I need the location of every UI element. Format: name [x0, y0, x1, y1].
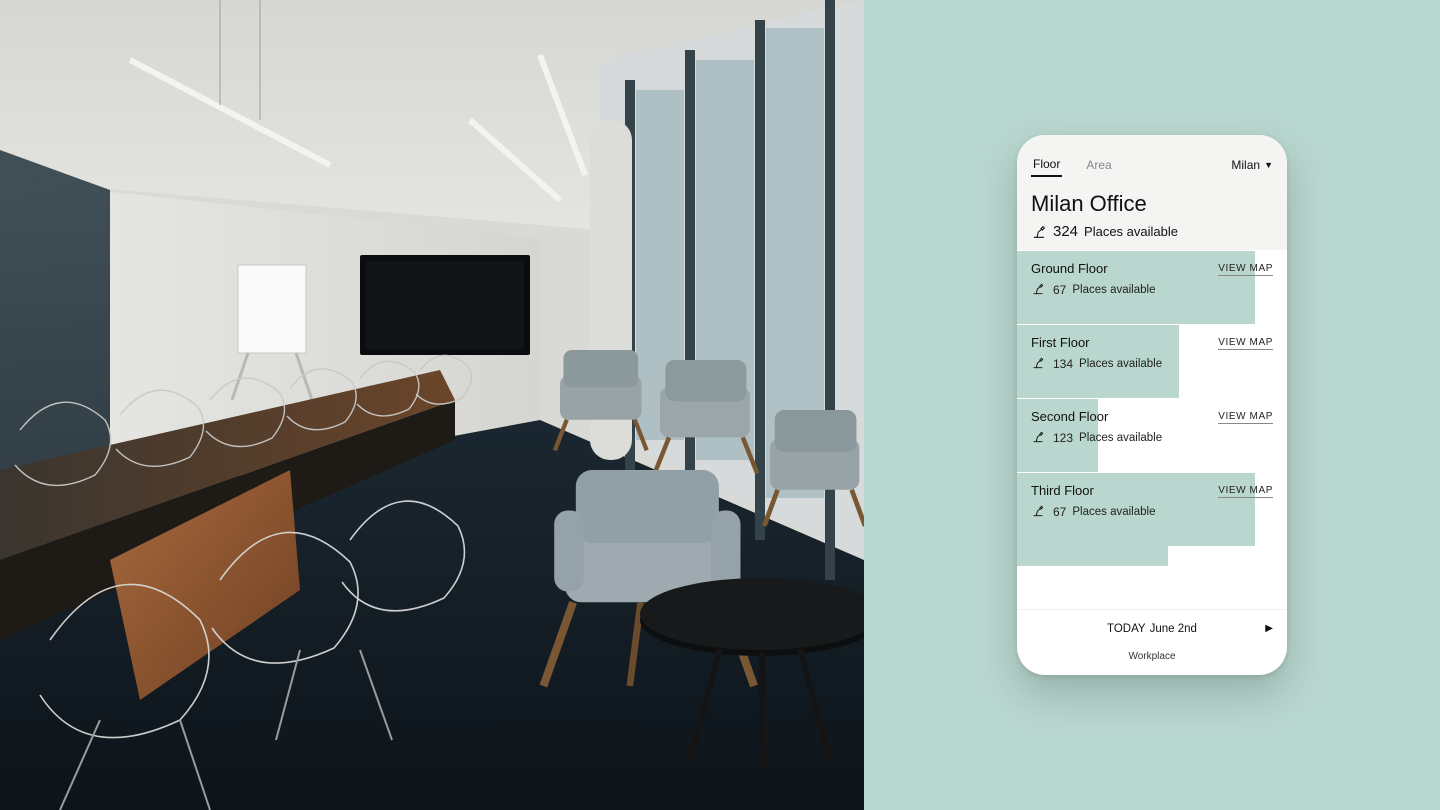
- view-map-link[interactable]: VIEW MAP: [1218, 411, 1273, 424]
- floor-fill-bar: [1017, 546, 1168, 566]
- desk-lamp-icon: [1031, 504, 1047, 520]
- view-map-link[interactable]: VIEW MAP: [1218, 263, 1273, 276]
- floor-available-label: Places available: [1072, 506, 1155, 518]
- date-value: June 2nd: [1150, 623, 1197, 635]
- tab-floor[interactable]: Floor: [1031, 153, 1062, 177]
- nav-workplace-label[interactable]: Workplace: [1128, 651, 1175, 662]
- floors-list[interactable]: Ground Floor 67 Places available VIEW MA…: [1017, 250, 1287, 609]
- office-availability: 324 Places available: [1031, 223, 1273, 240]
- floor-available-count: 67: [1053, 505, 1066, 519]
- city-selector[interactable]: Milan ▼: [1231, 158, 1273, 172]
- floor-available-count: 134: [1053, 357, 1073, 371]
- app-panel: Floor Area Milan ▼ Milan Office 32: [864, 0, 1440, 810]
- floor-available-count: 67: [1053, 283, 1066, 297]
- next-day-icon[interactable]: ▶: [1265, 623, 1273, 634]
- city-selector-label: Milan: [1231, 158, 1260, 172]
- desk-lamp-icon: [1031, 224, 1047, 240]
- floor-available-label: Places available: [1079, 358, 1162, 370]
- office-available-count: 324: [1053, 223, 1078, 240]
- floor-card[interactable]: First Floor 134 Places available VIEW MA…: [1017, 324, 1287, 398]
- floor-availability: 134 Places available: [1031, 356, 1273, 372]
- phone-mockup: Floor Area Milan ▼ Milan Office 32: [1017, 135, 1287, 675]
- floor-card[interactable]: Second Floor 123 Places available VIEW M…: [1017, 398, 1287, 472]
- bottom-nav: Workplace: [1017, 647, 1287, 675]
- desk-lamp-icon: [1031, 430, 1047, 446]
- floor-available-label: Places available: [1079, 432, 1162, 444]
- floor-available-label: Places available: [1072, 284, 1155, 296]
- desk-lamp-icon: [1031, 356, 1047, 372]
- tab-area[interactable]: Area: [1084, 154, 1113, 176]
- office-title: Milan Office: [1031, 191, 1273, 217]
- view-map-link[interactable]: VIEW MAP: [1218, 485, 1273, 498]
- office-photo: [0, 0, 864, 810]
- floor-card[interactable]: Ground Floor 67 Places available VIEW MA…: [1017, 250, 1287, 324]
- date-today-label: TODAY: [1107, 623, 1146, 635]
- floor-available-count: 123: [1053, 431, 1073, 445]
- floor-card-peek: [1017, 546, 1287, 566]
- floor-availability: 67 Places available: [1031, 504, 1273, 520]
- office-available-label: Places available: [1084, 224, 1178, 239]
- floor-availability: 123 Places available: [1031, 430, 1273, 446]
- desk-lamp-icon: [1031, 282, 1047, 298]
- floor-card[interactable]: Third Floor 67 Places available VIEW MAP: [1017, 472, 1287, 546]
- view-map-link[interactable]: VIEW MAP: [1218, 337, 1273, 350]
- chevron-down-icon: ▼: [1264, 160, 1273, 170]
- phone-header: Floor Area Milan ▼ Milan Office 32: [1017, 135, 1287, 250]
- floor-availability: 67 Places available: [1031, 282, 1273, 298]
- date-bar[interactable]: TODAY June 2nd ▶: [1017, 609, 1287, 647]
